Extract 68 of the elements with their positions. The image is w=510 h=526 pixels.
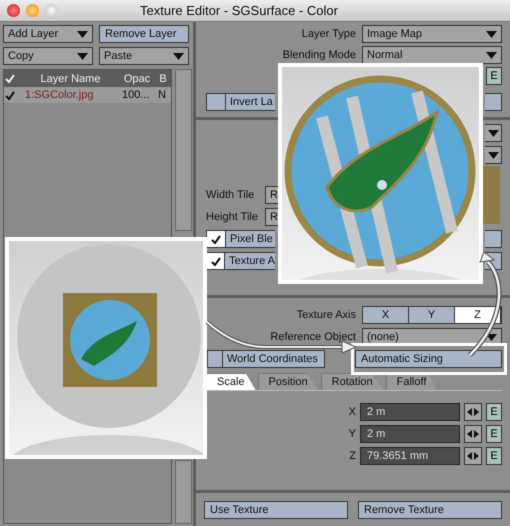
field-label: Texture Axis (296, 309, 356, 321)
checkbox-button[interactable]: Invert La (206, 93, 275, 111)
caret-icon (173, 52, 184, 60)
column-header: Layer Name (40, 72, 102, 84)
tab[interactable]: Position (258, 373, 319, 390)
layer-row[interactable]: 1:SGColor.jpg 100... N (4, 87, 171, 103)
automatic-sizing-button[interactable]: Automatic Sizing (355, 350, 502, 368)
tab[interactable]: Rotation (320, 373, 384, 390)
width-tile-dropdown[interactable]: R (265, 186, 279, 204)
field-label: Height Tile (206, 211, 259, 223)
input-field[interactable]: 2 m (360, 425, 460, 443)
axis-button[interactable]: Y (409, 307, 455, 323)
caret-icon (486, 30, 497, 38)
use-texture-button[interactable]: Use Texture (204, 501, 348, 519)
height-tile-dropdown[interactable]: R (265, 208, 279, 226)
field-label: X (348, 406, 356, 418)
dropdown[interactable] (485, 124, 502, 142)
input-field[interactable]: 79.3651 mm (360, 447, 460, 465)
layer-name: 1:SGColor.jpg (24, 89, 94, 101)
dropdown[interactable] (485, 146, 502, 164)
checkbox[interactable] (207, 253, 226, 269)
window-title: Texture Editor - SGSurface - Color (140, 3, 338, 18)
remove-texture-button[interactable]: Remove Texture (358, 501, 502, 519)
field-label: Y (348, 428, 356, 440)
column-header: Opac (122, 72, 152, 84)
checkbox-button[interactable]: Pixel Ble (206, 230, 275, 248)
field-label: Width Tile (206, 189, 256, 201)
checkbox-button[interactable]: World Coordinates (207, 350, 325, 368)
blend-cell-text: N (157, 89, 167, 101)
envelope-button[interactable]: E (486, 67, 502, 85)
check-icon (210, 256, 222, 266)
blending-mode-dropdown[interactable]: Normal (362, 46, 502, 64)
close-icon[interactable] (7, 4, 20, 17)
copy-dropdown[interactable]: Copy (3, 47, 93, 65)
field-label: Layer Type (300, 28, 356, 40)
envelope-button[interactable]: E (486, 403, 502, 421)
layer-type-dropdown[interactable]: Image Map (362, 25, 502, 43)
button-edge[interactable] (485, 230, 502, 248)
tab[interactable]: Scale (206, 373, 256, 390)
scrollbar[interactable] (175, 69, 192, 231)
spinner-icon[interactable] (464, 425, 482, 443)
paste-dropdown[interactable]: Paste (99, 47, 189, 65)
caret-icon (77, 52, 88, 60)
add-layer-dropdown[interactable]: Add Layer (3, 25, 93, 43)
axis-button[interactable]: X (363, 307, 409, 323)
checkbox[interactable] (4, 90, 16, 100)
caret-icon (488, 152, 498, 158)
check-icon (210, 234, 222, 244)
check-icon (4, 73, 16, 84)
opacity-cell-text: 100... (121, 89, 151, 101)
field-label: Reference Object (269, 331, 356, 343)
scrollbar-track[interactable] (175, 460, 192, 524)
column-header: B (158, 72, 168, 84)
caret-icon (486, 334, 497, 340)
button-edge[interactable] (485, 93, 502, 111)
spinner-icon[interactable] (464, 403, 482, 421)
spinner-icon[interactable] (464, 447, 482, 465)
caret-icon (77, 30, 88, 38)
remove-layer-button[interactable]: Remove Layer (99, 25, 189, 43)
field-label: Blending Mode (282, 49, 356, 61)
caret-icon (488, 130, 498, 136)
field-label: Z (349, 450, 356, 462)
checkbox[interactable] (207, 231, 226, 247)
checkbox-button[interactable]: Texture A (206, 252, 275, 270)
caret-icon (486, 52, 497, 58)
envelope-button[interactable]: E (486, 447, 502, 465)
input-field[interactable]: 2 m (360, 403, 460, 421)
envelope-button[interactable]: E (486, 425, 502, 443)
